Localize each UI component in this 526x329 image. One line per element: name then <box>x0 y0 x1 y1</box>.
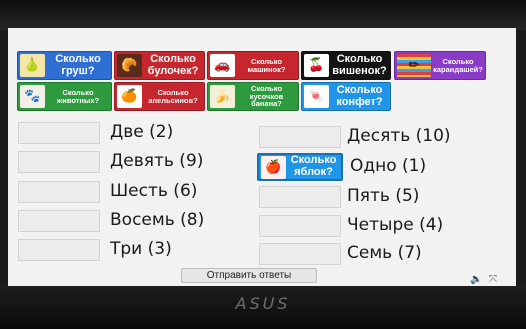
drop-slot-left-4[interactable] <box>18 210 100 232</box>
card-candies[interactable]: 🍬 Сколько конфет? <box>301 82 391 111</box>
banana-icon: 🍌 <box>210 85 235 108</box>
cherries-icon: 🍒 <box>304 54 329 77</box>
card-cherries[interactable]: 🍒 Сколько вишенок? <box>301 51 391 80</box>
fullscreen-icon[interactable]: ⤧ <box>489 274 497 285</box>
laptop-base: ASUS <box>0 286 526 329</box>
card-label: Сколько вишенок? <box>332 52 387 77</box>
card-pears[interactable]: 🍐 Сколько груш? <box>17 51 112 80</box>
answer-right-4: Четыре (4) <box>347 215 444 235</box>
drop-slot-right-4[interactable] <box>259 215 341 237</box>
card-label: Сколько машинок? <box>247 56 286 74</box>
answer-left-5: Три (3) <box>110 239 172 259</box>
card-label: Сколько яблок? <box>290 154 337 178</box>
cars-icon: 🚗 <box>210 54 235 77</box>
card-label: Сколько карандашей? <box>433 56 483 74</box>
card-banana[interactable]: 🍌 Сколько кусочков банана? <box>207 82 299 111</box>
answer-left-3: Шесть (6) <box>110 181 198 201</box>
laptop-bezel-top <box>0 0 526 30</box>
drop-slot-left-3[interactable] <box>18 181 100 203</box>
candies-icon: 🍬 <box>304 85 329 108</box>
submit-answers-button[interactable]: Отправить ответы <box>181 268 317 283</box>
drop-slot-left-1[interactable] <box>18 122 100 144</box>
answer-left-2: Девять (9) <box>110 151 204 171</box>
answer-right-2: Одно (1) <box>350 156 427 176</box>
pears-icon: 🍐 <box>20 54 45 77</box>
sound-icon[interactable]: 🔈 <box>470 274 482 285</box>
oranges-icon: 🍊 <box>117 85 142 108</box>
drop-slot-right-5[interactable] <box>259 243 341 265</box>
card-oranges[interactable]: 🍊 Сколько апельсинов? <box>114 82 205 111</box>
apple-icon: 🍎 <box>261 155 286 179</box>
answer-left-4: Восемь (8) <box>110 210 205 230</box>
drop-slot-right-3[interactable] <box>259 186 341 208</box>
card-animals[interactable]: 🐾 Сколько животных? <box>17 82 112 111</box>
drop-slot-left-5[interactable] <box>18 239 100 261</box>
card-buns[interactable]: 🥐 Сколько булочек? <box>114 51 205 80</box>
answer-left-1: Две (2) <box>110 122 174 142</box>
animals-icon: 🐾 <box>20 85 45 108</box>
buns-icon: 🥐 <box>117 54 142 77</box>
drop-slot-right-1[interactable] <box>259 126 341 148</box>
placed-card-apples[interactable]: 🍎 Сколько яблок? <box>257 153 343 181</box>
card-label: Сколько апельсинов? <box>148 87 198 105</box>
card-label: Сколько животных? <box>56 87 100 105</box>
brand-logo: ASUS <box>235 294 291 313</box>
answer-right-5: Семь (7) <box>347 243 422 263</box>
quiz-screen: 🍐 Сколько груш? 🥐 Сколько булочек? 🚗 Ско… <box>8 28 516 286</box>
card-label: Сколько булочек? <box>147 52 199 77</box>
card-label: Сколько конфет? <box>336 83 383 108</box>
card-cars[interactable]: 🚗 Сколько машинок? <box>207 51 299 80</box>
answer-right-3: Пять (5) <box>347 186 420 206</box>
answer-right-1: Десять (10) <box>347 126 451 146</box>
pencils-icon: ✏ <box>397 54 431 77</box>
card-label: Сколько кусочков банана? <box>249 83 284 109</box>
drop-slot-left-2[interactable] <box>18 151 100 173</box>
card-label: Сколько груш? <box>55 52 101 77</box>
card-pencils[interactable]: ✏ Сколько карандашей? <box>394 51 486 80</box>
